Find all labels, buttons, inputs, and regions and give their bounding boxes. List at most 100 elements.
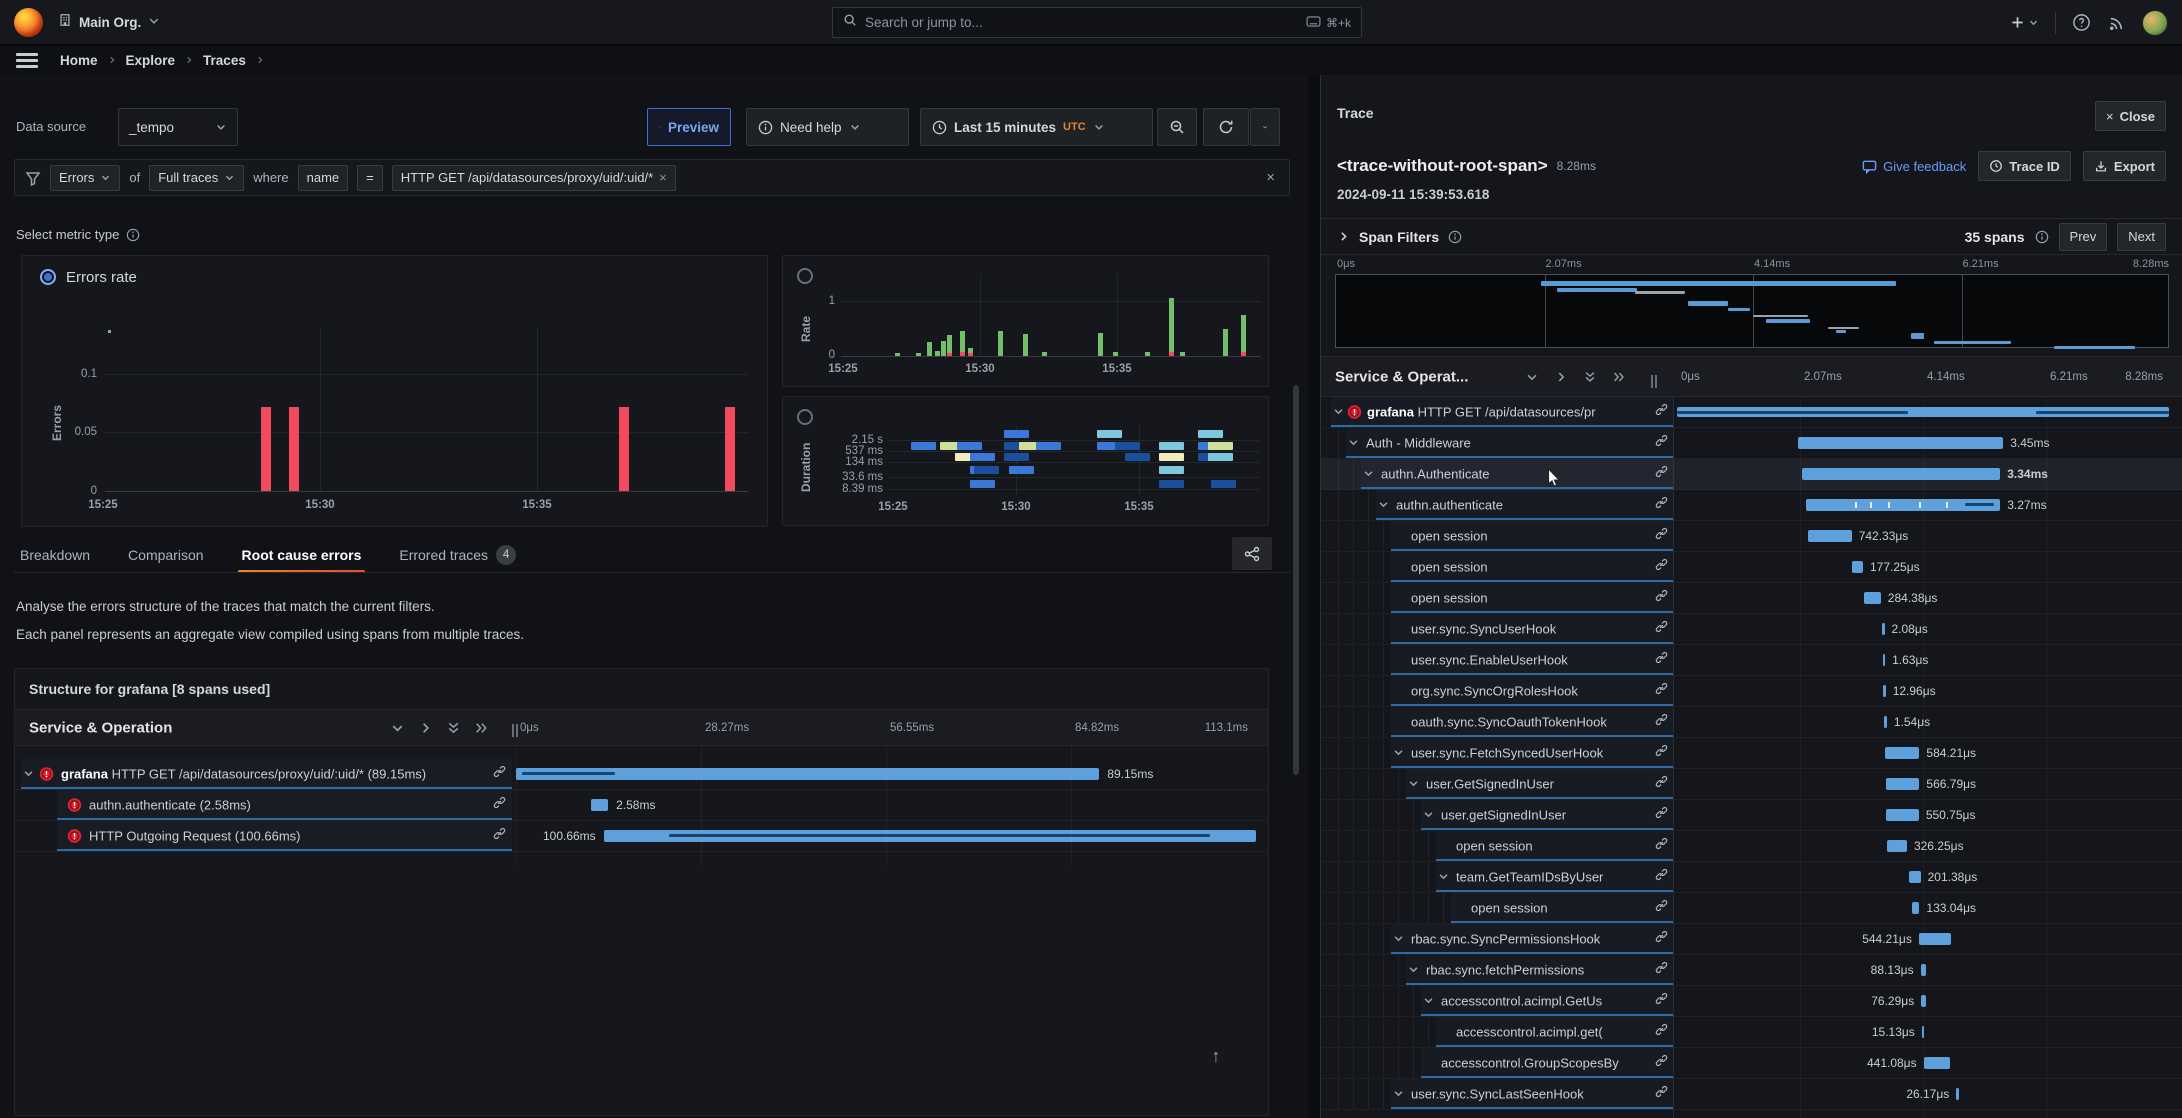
chevron-right-icon[interactable] [1337,230,1350,243]
span-row[interactable]: oauth.sync.SyncOauthTokenHook1.54μs [1321,707,2182,738]
link-icon[interactable] [1655,930,1668,948]
tab-root-cause-errors[interactable]: Root cause errors [242,537,362,573]
explore-scrollbar[interactable] [1293,385,1299,775]
span-row[interactable]: rbac.sync.fetchPermissions88.13μs [1321,955,2182,986]
link-icon[interactable] [1655,1023,1668,1041]
collapse-all-icon[interactable] [1583,370,1597,384]
span-bar[interactable] [1912,902,1920,914]
span-row[interactable]: authn.authenticate3.27ms [1321,490,2182,521]
rate-bar[interactable] [960,331,965,352]
error-bar[interactable] [261,407,271,491]
breadcrumb-item-traces[interactable]: Traces [203,53,246,68]
chevron-down-icon[interactable] [1393,1085,1404,1103]
trace-id-button[interactable]: Trace ID [1978,151,2071,181]
heatmap-cell[interactable] [1097,430,1122,438]
tab-breakdown[interactable]: Breakdown [20,537,90,573]
heatmap-cell[interactable] [1004,430,1029,438]
span-row[interactable]: Auth - Middleware3.45ms [1321,428,2182,459]
link-icon[interactable] [1655,651,1668,669]
link-icon[interactable] [1655,403,1668,421]
link-icon[interactable] [1655,496,1668,514]
link-icon[interactable] [1655,1085,1668,1103]
filter-scope-select[interactable]: Full traces [149,165,244,191]
span-bar[interactable] [1677,407,2169,417]
structure-row[interactable]: grafana HTTP GET /api/datasources/proxy/… [15,759,1268,790]
span-row[interactable]: user.sync.SyncLastSeenHook26.17μs [1321,1079,2182,1110]
link-icon[interactable] [1655,1054,1668,1072]
link-icon[interactable] [1655,961,1668,979]
span-bar[interactable] [1921,964,1926,976]
span-row[interactable]: accesscontrol.GroupScopesBy441.08μs [1321,1048,2182,1079]
link-icon[interactable] [1655,837,1668,855]
link-icon[interactable] [1655,992,1668,1010]
heatmap-cell[interactable] [1198,430,1223,438]
rate-bar[interactable] [968,348,973,352]
link-icon[interactable] [1655,744,1668,762]
span-row[interactable]: accesscontrol.acimpl.GetUs76.29μs [1321,986,2182,1017]
link-icon[interactable] [1655,868,1668,886]
span-row[interactable]: open session177.25μs [1321,552,2182,583]
chevron-down-icon[interactable] [1408,961,1419,979]
rate-bar[interactable] [998,331,1003,356]
rate-bar[interactable] [947,335,952,353]
search-input[interactable] [865,15,1298,30]
rate-bar[interactable] [895,353,900,356]
expand-one-icon[interactable] [1554,370,1568,384]
span-bar[interactable] [1864,592,1881,604]
span-bar[interactable] [1922,1026,1925,1038]
datasource-picker[interactable]: _tempo [118,108,238,146]
collapse-all-icon[interactable] [446,720,461,735]
refresh-interval-button[interactable] [1250,108,1280,146]
link-icon[interactable] [1655,806,1668,824]
refresh-button[interactable] [1203,108,1249,146]
chevron-down-icon[interactable] [1378,496,1389,514]
rate-error-bar[interactable] [1241,352,1246,356]
heatmap-cell[interactable] [957,442,982,450]
link-icon[interactable] [1655,899,1668,917]
filter-metric-select[interactable]: Errors [50,165,120,191]
heatmap-cell[interactable] [970,480,995,488]
breadcrumb-item-home[interactable]: Home [60,53,98,68]
span-row[interactable]: user.sync.EnableUserHook1.63μs [1321,645,2182,676]
link-icon[interactable] [493,765,506,783]
export-button[interactable]: Export [2083,151,2166,181]
link-icon[interactable] [1655,589,1668,607]
column-resize-handle[interactable] [1651,375,1657,388]
error-bar[interactable] [289,407,299,491]
link-icon[interactable] [1655,465,1668,483]
global-search[interactable]: ⌘+k [832,7,1362,38]
span-bar[interactable] [1956,1088,1959,1100]
span-row[interactable]: rbac.sync.SyncPermissionsHook544.21μs [1321,924,2182,955]
errors-rate-chart[interactable]: 00.050.1Errors15:2515:3015:35 [22,256,767,526]
heatmap-cell[interactable] [1208,442,1233,450]
heatmap-cell[interactable] [911,442,936,450]
need-help-button[interactable]: Need help [746,108,909,146]
link-icon[interactable] [1655,682,1668,700]
link-icon[interactable] [1655,620,1668,638]
span-bar[interactable] [516,768,1099,780]
filter-value-chip[interactable]: HTTP GET /api/datasources/proxy/uid/:uid… [392,165,676,191]
heatmap-cell[interactable] [1208,453,1233,461]
breadcrumb-item-explore[interactable]: Explore [126,53,176,68]
rate-bar[interactable] [916,353,921,356]
span-bar[interactable] [1886,809,1919,821]
heatmap-cell[interactable] [1009,466,1034,474]
collapse-one-icon[interactable] [390,720,405,735]
span-row[interactable]: user.sync.FetchSyncedUserHook584.21μs [1321,738,2182,769]
rate-bar[interactable] [941,341,946,356]
chevron-down-icon[interactable] [1348,434,1359,452]
chevron-down-icon[interactable] [1408,775,1419,793]
share-button[interactable] [1232,537,1272,570]
span-bar[interactable] [1882,623,1885,635]
column-resize-handle[interactable] [512,724,518,737]
scroll-to-top-button[interactable]: ↑ [1201,1041,1231,1071]
heatmap-cell[interactable] [1159,480,1184,488]
chevron-down-icon[interactable] [23,765,34,783]
info-circle-icon[interactable] [126,228,140,242]
span-bar[interactable] [1884,716,1887,728]
chevron-down-icon[interactable] [1333,403,1344,421]
prev-span-button[interactable]: Prev [2059,223,2108,251]
heatmap-cell[interactable] [1115,442,1140,450]
span-row[interactable]: accesscontrol.acimpl.get(15.13μs [1321,1017,2182,1048]
expand-one-icon[interactable] [418,720,433,735]
